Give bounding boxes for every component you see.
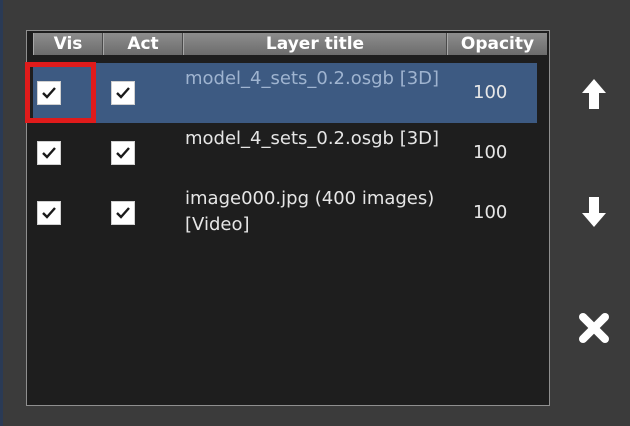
- layer-manager-window: Vis Act Layer title Opacity model_4_sets…: [0, 0, 630, 426]
- checkmark-icon: [42, 147, 56, 159]
- table-header: Vis Act Layer title Opacity: [33, 33, 547, 55]
- layer-row[interactable]: model_4_sets_0.2.osgb [3D] 100: [33, 63, 537, 123]
- checkmark-icon: [116, 207, 130, 219]
- column-header-layer-title[interactable]: Layer title: [183, 33, 447, 55]
- checkmark-icon: [116, 147, 130, 159]
- visible-checkbox[interactable]: [37, 81, 61, 105]
- layer-opacity[interactable]: 100: [473, 141, 507, 165]
- arrow-down-icon: [582, 197, 606, 227]
- layer-title: model_4_sets_0.2.osgb [3D]: [185, 128, 440, 149]
- layer-list-panel: Vis Act Layer title Opacity model_4_sets…: [26, 30, 550, 406]
- layer-opacity[interactable]: 100: [473, 201, 507, 225]
- visible-checkbox[interactable]: [37, 201, 61, 225]
- column-header-vis[interactable]: Vis: [33, 33, 103, 55]
- column-header-opacity[interactable]: Opacity: [447, 33, 547, 55]
- checkmark-icon: [42, 207, 56, 219]
- move-layer-down-button[interactable]: [572, 190, 616, 234]
- checkmark-icon: [42, 87, 56, 99]
- layer-row[interactable]: image000.jpg (400 images) [Video] 100: [33, 183, 537, 243]
- move-layer-up-button[interactable]: [572, 72, 616, 116]
- visible-checkbox[interactable]: [37, 141, 61, 165]
- active-checkbox[interactable]: [111, 141, 135, 165]
- arrow-up-icon: [582, 79, 606, 109]
- layer-title: model_4_sets_0.2.osgb [3D]: [185, 68, 440, 89]
- active-checkbox[interactable]: [111, 81, 135, 105]
- remove-layer-button[interactable]: [572, 306, 616, 350]
- layer-opacity[interactable]: 100: [473, 81, 507, 105]
- window-edge: [0, 0, 3, 426]
- checkmark-icon: [116, 87, 130, 99]
- layer-title: image000.jpg (400 images) [Video]: [185, 188, 435, 235]
- layer-row[interactable]: model_4_sets_0.2.osgb [3D] 100: [33, 123, 537, 183]
- close-icon: [579, 313, 609, 343]
- column-header-act[interactable]: Act: [103, 33, 183, 55]
- active-checkbox[interactable]: [111, 201, 135, 225]
